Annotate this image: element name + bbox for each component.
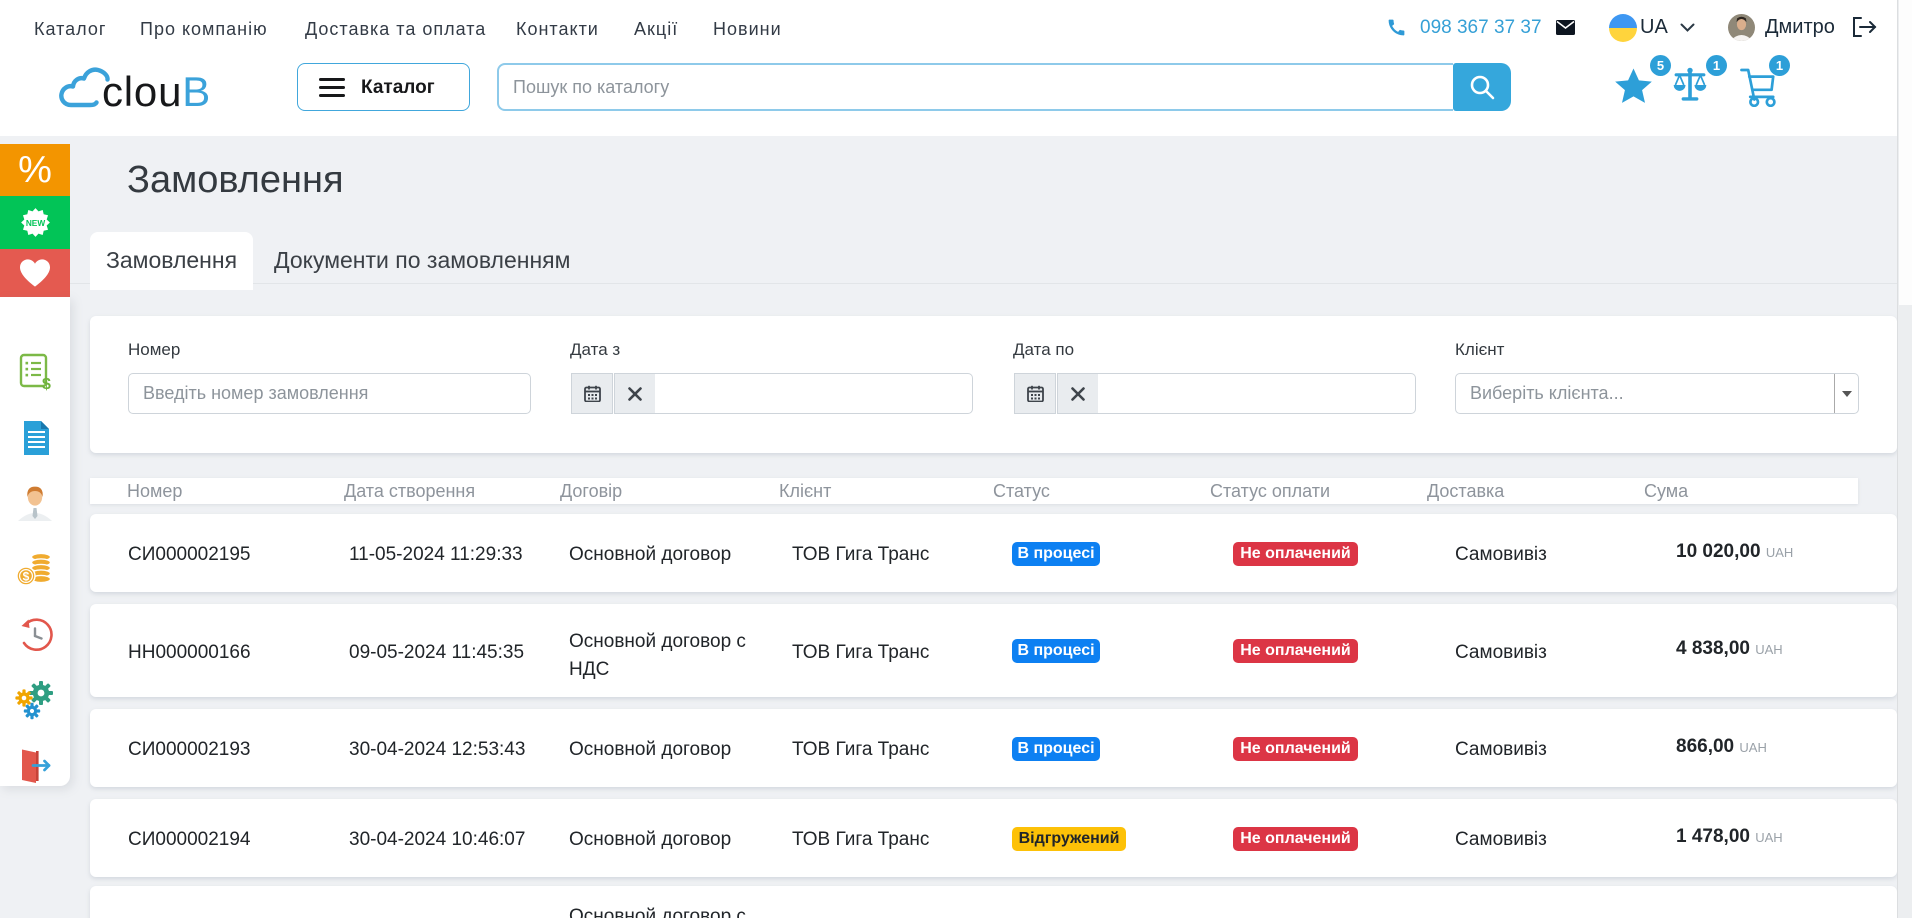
svg-text:$: $	[42, 376, 51, 391]
svg-text:$: $	[23, 569, 30, 583]
svg-text:NEW: NEW	[25, 218, 45, 228]
